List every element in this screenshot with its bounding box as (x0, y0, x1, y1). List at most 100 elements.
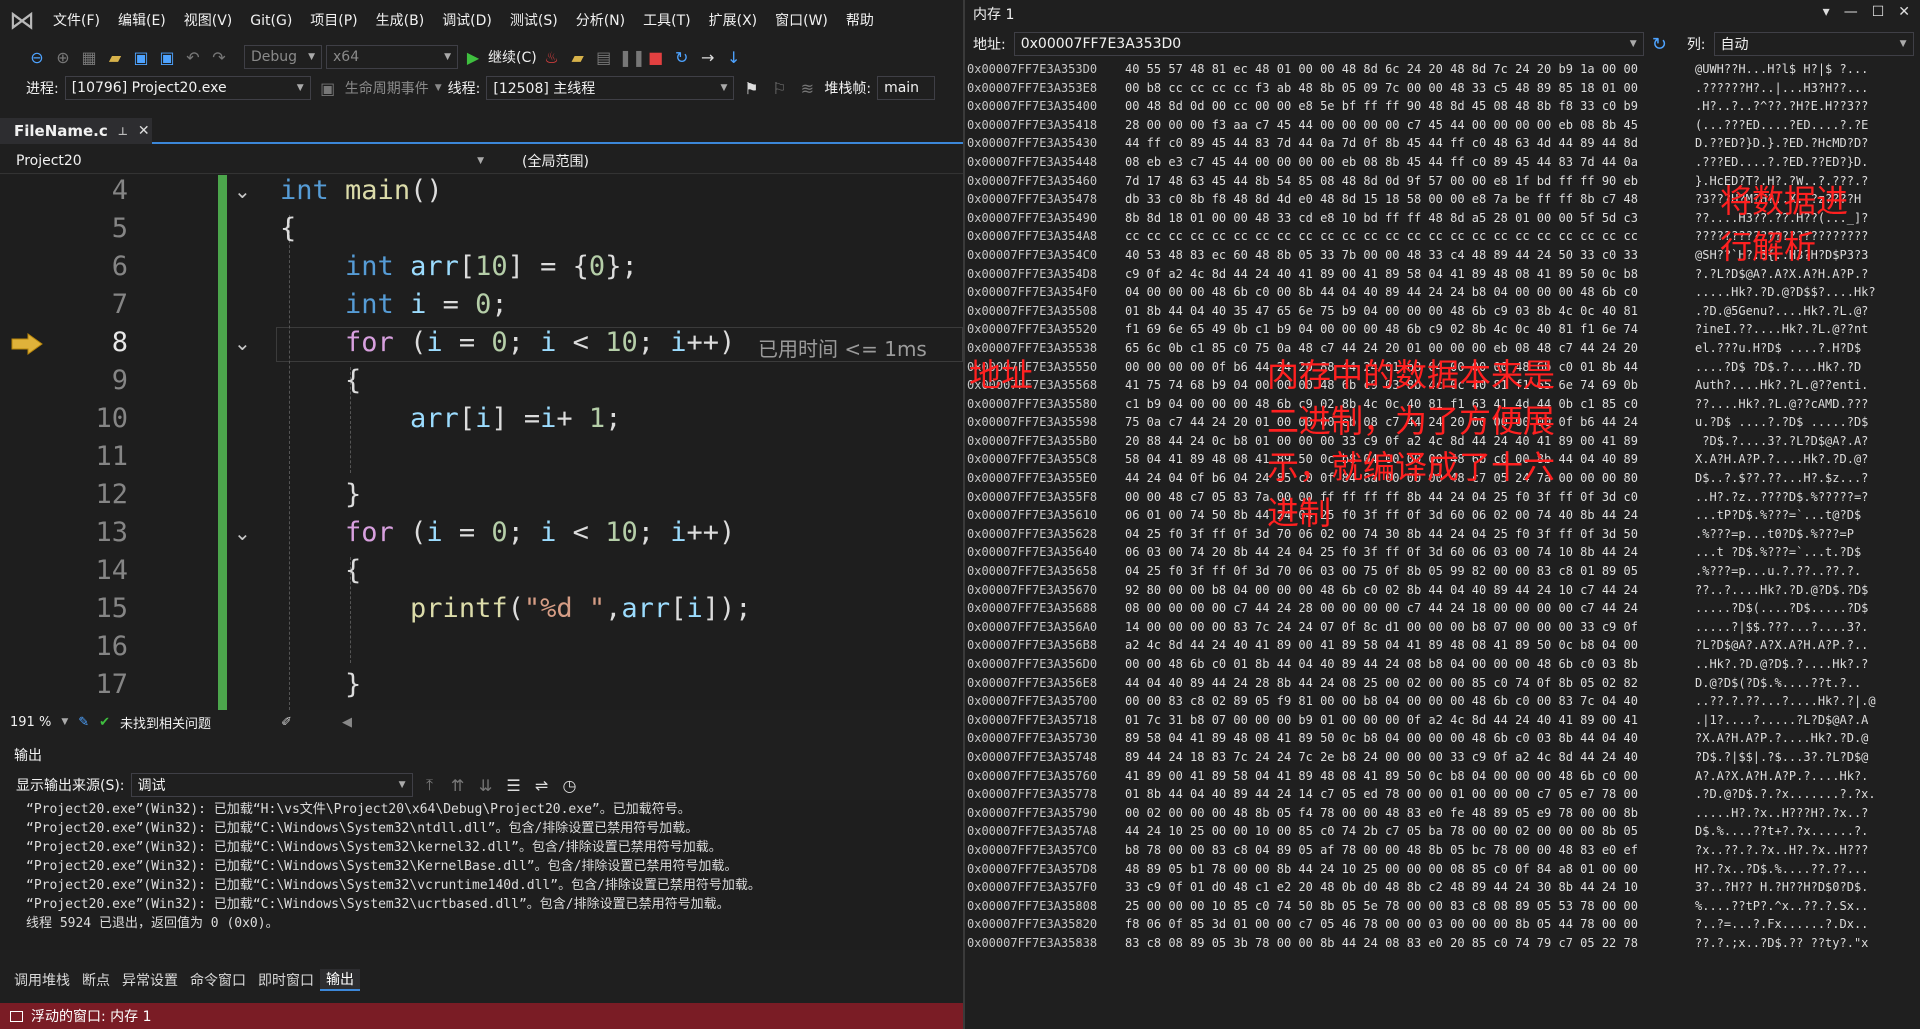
memory-hex-bytes[interactable]: 00 00 83 c8 02 89 05 f9 81 00 00 b8 04 0… (1125, 692, 1695, 711)
memory-hex-bytes[interactable]: f1 69 6e 65 49 0b c1 b9 04 00 00 00 48 6… (1125, 320, 1695, 339)
memory-row[interactable]: 0x00007FF7E3A35448 08 eb e3 c7 45 44 00 0… (965, 153, 1920, 172)
find-message-icon[interactable]: ⤒ (419, 775, 441, 795)
memory-hex-bytes[interactable]: 06 03 00 74 20 8b 44 24 04 25 f0 3f ff 0… (1125, 543, 1695, 562)
clear-all-icon[interactable]: ☰ (503, 776, 525, 795)
memory-row[interactable]: 0x00007FF7E3A35688 08 00 00 00 00 c7 44 2… (965, 599, 1920, 618)
undo-icon[interactable]: ↶ (182, 48, 204, 67)
memory-hex-bytes[interactable]: 04 00 00 00 48 6b c0 00 8b 44 04 40 89 4… (1125, 283, 1695, 302)
memory-hex-bytes[interactable]: 28 00 00 00 f3 aa c7 45 44 00 00 00 00 c… (1125, 116, 1695, 135)
continue-play-icon[interactable]: ▶ (462, 48, 484, 67)
memory-hex-bytes[interactable]: 44 24 10 25 00 00 10 00 85 c0 74 2b c7 0… (1125, 822, 1695, 841)
menu-edit[interactable]: 编辑(E) (109, 0, 175, 42)
memory-row[interactable]: 0x00007FF7E3A357A8 44 24 10 25 00 00 10 0… (965, 822, 1920, 841)
clock-icon[interactable]: ◷ (559, 776, 581, 795)
memory-ascii[interactable]: D$..?.$??.??...H?.$z...? (1695, 469, 1868, 488)
memory-hex-bytes[interactable]: 41 89 00 41 89 58 04 41 89 48 08 41 89 5… (1125, 767, 1695, 786)
menu-test[interactable]: 测试(S) (501, 0, 567, 42)
memory-ascii[interactable]: A?.A?X.A?H.A?P.?....Hk?. (1695, 767, 1868, 786)
menu-analyze[interactable]: 分析(N) (567, 0, 634, 42)
memory-ascii[interactable]: ??....Hk?.?L.@??cAMD.??? (1695, 395, 1868, 414)
memory-hex-bytes[interactable]: 00 b8 cc cc cc cc f3 ab 48 8b 05 09 7c 0… (1125, 79, 1695, 98)
memory-row[interactable]: 0x00007FF7E3A35790 00 02 00 00 00 48 8b 0… (965, 804, 1920, 823)
memory-ascii[interactable]: ....?D$ ?D$.?....Hk?.?D (1695, 358, 1861, 377)
memory-ascii[interactable]: ?L?D$@A?.A?X.A?H.A?P.?.. (1695, 636, 1868, 655)
close-icon[interactable]: ✕ (1898, 4, 1910, 20)
memory-ascii[interactable]: .H?..?..?^??.?H?E.H??3?? (1695, 97, 1868, 116)
code-editor[interactable]: 4 5 6 7 8 9 10 11 12 13 14 15 16 17 ⌄ ⌄ … (0, 175, 963, 710)
memory-row[interactable]: 0x00007FF7E3A35400 00 48 8d 0d 00 cc 00 0… (965, 97, 1920, 116)
scope-select[interactable]: (全局范围) (516, 149, 956, 173)
memory-hex-bytes[interactable]: 44 ff c0 89 45 44 83 7d 44 0a 7d 0f 8b 4… (1125, 134, 1695, 153)
lifecycle-events-button[interactable]: 生命周期事件 (345, 78, 429, 98)
tab-output[interactable]: 输出 (320, 969, 360, 991)
memory-row[interactable]: 0x00007FF7E3A353E8 00 b8 cc cc cc cc f3 a… (965, 79, 1920, 98)
lifecycle-icon[interactable]: ▣ (317, 79, 339, 98)
memory-row[interactable]: 0x00007FF7E3A35718 01 7c 31 b8 07 00 00 0… (965, 711, 1920, 730)
memory-row[interactable]: 0x00007FF7E3A35418 28 00 00 00 f3 aa c7 4… (965, 116, 1920, 135)
output-text[interactable]: “Project20.exe”(Win32): 已加载“H:\vs文件\Proj… (0, 800, 963, 950)
memory-ascii[interactable]: .|1?....?.....?L?D$@A?.A (1695, 711, 1868, 730)
memory-ascii[interactable]: .???ED....?.?ED.??ED?}D. (1695, 153, 1868, 172)
memory-hex-bytes[interactable]: 01 7c 31 b8 07 00 00 00 b9 01 00 00 00 0… (1125, 711, 1695, 730)
tab-filename-c[interactable]: FileName.c ⊥ ✕ (0, 118, 152, 144)
process-select[interactable]: [10796] Project20.exe ▼ (64, 76, 311, 100)
memory-hex-bytes[interactable]: 00 00 48 6b c0 01 8b 44 04 40 89 44 24 0… (1125, 655, 1695, 674)
memory-ascii[interactable]: ...tP?D$.%???=`...t@?D$ (1695, 506, 1861, 525)
scroll-left-icon[interactable]: ◀ (342, 715, 352, 730)
menu-help[interactable]: 帮助 (837, 0, 883, 42)
next-message-icon[interactable]: ⇊ (475, 776, 497, 795)
memory-hex-bytes[interactable]: 89 58 04 41 89 48 08 41 89 50 0c b8 04 0… (1125, 729, 1695, 748)
memory-row[interactable]: 0x00007FF7E3A35670 92 80 00 00 b8 04 00 0… (965, 581, 1920, 600)
output-source-select[interactable]: 调试 ▼ (130, 773, 413, 797)
memory-row[interactable]: 0x00007FF7E3A35838 83 c8 08 89 05 3b 78 0… (965, 934, 1920, 953)
memory-row[interactable]: 0x00007FF7E3A35508 01 8b 44 04 40 35 47 6… (965, 302, 1920, 321)
memory-ascii[interactable]: D.@?D$(?D$.%....??t.?.. (1695, 674, 1861, 693)
memory-ascii[interactable]: .....H?.?x..H???H?.?x..? (1695, 804, 1868, 823)
memory-hex-bytes[interactable]: 01 8b 44 04 40 89 44 24 14 c7 05 ed 78 0… (1125, 785, 1695, 804)
memory-hex-bytes[interactable]: 40 55 57 48 81 ec 48 01 00 00 48 8d 6c 2… (1125, 60, 1695, 79)
tab-breakpoints[interactable]: 断点 (76, 970, 116, 990)
memory-hex-bytes[interactable]: 00 02 00 00 00 48 8b 05 f4 78 00 00 48 8… (1125, 804, 1695, 823)
fold-chevron-icon[interactable]: ⌄ (234, 331, 251, 355)
memory-row[interactable]: 0x00007FF7E3A35700 00 00 83 c8 02 89 05 f… (965, 692, 1920, 711)
stackframe-select[interactable]: main (877, 76, 936, 100)
new-project-icon[interactable]: ▦ (78, 48, 100, 67)
memory-ascii[interactable]: %....??tP?.^x..??.?.Sx.. (1695, 897, 1868, 916)
pin-icon[interactable]: ⊥ (118, 125, 128, 138)
menu-tools[interactable]: 工具(T) (634, 0, 699, 42)
memory-hex-bytes[interactable]: 8b 8d 18 01 00 00 48 33 cd e8 10 bd ff f… (1125, 209, 1695, 228)
window-menu-icon[interactable]: ▾ (1823, 4, 1830, 20)
redo-icon[interactable]: ↷ (208, 48, 230, 67)
fold-chevron-icon[interactable]: ⌄ (234, 521, 251, 545)
menu-file[interactable]: 文件(F) (44, 0, 109, 42)
memory-row[interactable]: 0x00007FF7E3A357F0 33 c9 0f 01 d0 48 c1 e… (965, 878, 1920, 897)
zoom-level[interactable]: 191 % (10, 715, 51, 730)
memory-ascii[interactable]: X.A?H.A?P.?....Hk?.?D.@? (1695, 450, 1868, 469)
memory-ascii[interactable]: ?x..??.?.?x..H?.?x..H??? (1695, 841, 1868, 860)
memory-hex-bytes[interactable]: f8 06 0f 85 3d 01 00 00 c7 05 46 78 00 0… (1125, 915, 1695, 934)
memory-ascii[interactable]: .....Hk?.?D.@?D$$?....Hk? (1695, 283, 1876, 302)
memory-row[interactable]: 0x00007FF7E3A354F0 04 00 00 00 48 6b c0 0… (965, 283, 1920, 302)
hot-reload-icon[interactable]: ♨ (541, 48, 563, 67)
visual-studio-logo-icon[interactable]: ⋈ (0, 0, 44, 42)
folder-icon[interactable]: ▰ (567, 48, 589, 67)
reevaluate-icon[interactable]: ↻ (1652, 34, 1667, 55)
memory-ascii[interactable]: .?D.@?D$.?.?x.......?.?x. (1695, 785, 1876, 804)
memory-ascii[interactable]: ..Hk?.?D.@?D$.?....Hk?.? (1695, 655, 1868, 674)
memory-hex-bytes[interactable]: 04 25 f0 3f ff 0f 3d 70 06 03 00 75 0f 8… (1125, 562, 1695, 581)
memory-row[interactable]: 0x00007FF7E3A35730 89 58 04 41 89 48 08 4… (965, 729, 1920, 748)
memory-row[interactable]: 0x00007FF7E3A35760 41 89 00 41 89 58 04 4… (965, 767, 1920, 786)
memory-ascii[interactable]: (...???ED....?ED....?.?E (1695, 116, 1868, 135)
continue-button[interactable]: 继续(C) (488, 47, 537, 67)
memory-ascii[interactable]: ?..?=...?.Fx......?.Dx.. (1695, 915, 1868, 934)
memory-hex-bytes[interactable]: a2 4c 8d 44 24 40 41 89 00 41 89 58 04 4… (1125, 636, 1695, 655)
menu-debug[interactable]: 调试(D) (433, 0, 501, 42)
fold-chevron-icon[interactable]: ⌄ (234, 179, 251, 203)
memory-ascii[interactable]: el.???u.H?D$ ....?.H?D$ (1695, 339, 1868, 358)
memory-ascii[interactable]: ?ineI.??....Hk?.?L.@??nt (1695, 320, 1868, 339)
menu-build[interactable]: 生成(B) (367, 0, 434, 42)
step-into-icon[interactable]: ↓ (723, 48, 745, 67)
memory-ascii[interactable]: ??.?.;x..?D$.?? ??ty?."x (1695, 934, 1868, 953)
issues-status[interactable]: 未找到相关问题 (120, 713, 211, 732)
memory-ascii[interactable]: 3?..?H?? H.?H??H?D$0?D$. (1695, 878, 1868, 897)
